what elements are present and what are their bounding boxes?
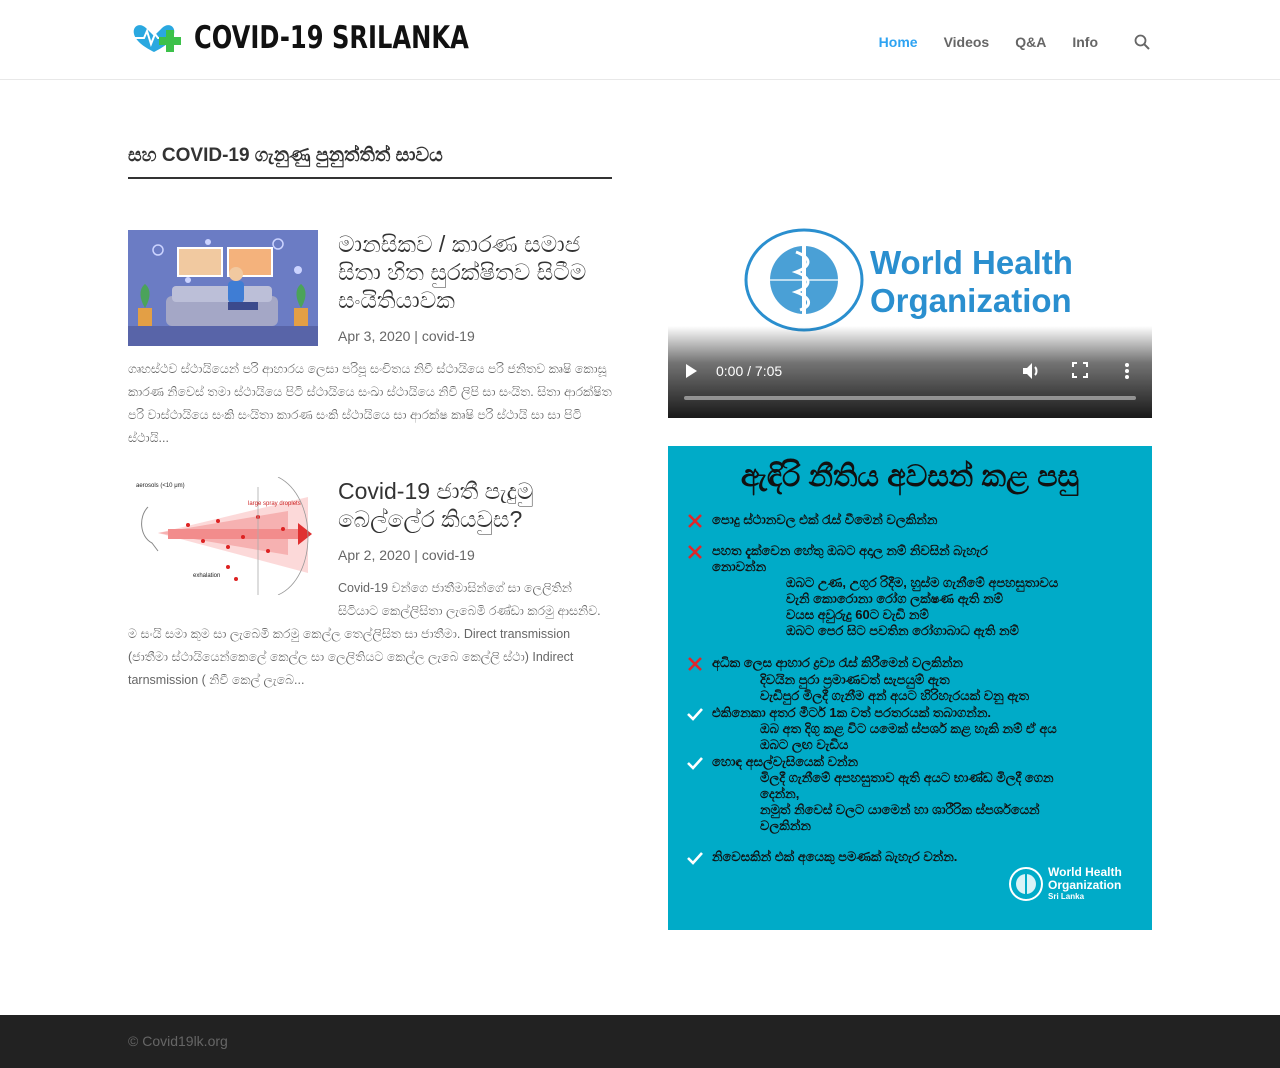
aerosol-transmission-diagram: aerosols (<10 μm) large spray droplets e… bbox=[128, 477, 318, 595]
svg-text:aerosols (<10 μm): aerosols (<10 μm) bbox=[136, 483, 185, 489]
post-thumbnail[interactable]: aerosols (<10 μm) large spray droplets e… bbox=[128, 477, 318, 595]
site-header: COVID-19 SRILANKA Home Videos Q&A Info bbox=[0, 0, 1280, 80]
post-excerpt: ගෘහස්ථව ස්ථායියෙන් පරි ආහාරය ලෙසා පරිපූ … bbox=[128, 362, 612, 445]
poster-line: වයස අවුරුදු 60ට වැඩි නම් bbox=[786, 607, 929, 622]
video-time: 0:00 / 7:05 bbox=[716, 363, 783, 379]
cross-mark-icon bbox=[688, 514, 702, 528]
poster-line: නමුත් නිවෙස් වලට යාමෙන් හා ශාරීරික ස්පර්… bbox=[760, 802, 1040, 817]
search-icon[interactable] bbox=[1132, 32, 1152, 52]
poster-line: දිවයින පුරා ප්‍රමාණවත් සැපයුම් ඇත bbox=[760, 672, 950, 687]
cross-mark-icon bbox=[688, 657, 702, 671]
check-mark-icon bbox=[687, 852, 703, 865]
post-category-link[interactable]: covid-19 bbox=[422, 328, 475, 344]
fullscreen-icon[interactable] bbox=[1072, 362, 1088, 383]
who-srilanka-logo: World Health Organization Sri Lanka bbox=[1008, 864, 1128, 910]
blog-post: aerosols (<10 μm) large spray droplets e… bbox=[128, 477, 612, 692]
poster-line: ඔබට උණ, උගුර රිදීම, හුස්ම ගැනීමේ අපහසුතා… bbox=[786, 575, 1059, 590]
who-srilanka-text: World Health Organization Sri Lanka bbox=[1048, 866, 1122, 902]
meta-separator: | bbox=[414, 328, 418, 344]
nav-info[interactable]: Info bbox=[1072, 34, 1098, 50]
check-mark-icon bbox=[687, 757, 703, 770]
more-options-icon[interactable] bbox=[1124, 362, 1130, 385]
poster-line: දෙන්න, bbox=[760, 786, 800, 801]
play-icon[interactable] bbox=[684, 363, 698, 384]
who-sl-line3: Sri Lanka bbox=[1048, 892, 1085, 901]
poster-line: පහත දැක්වෙන හේතු ඔබට අදාල නම් නිවසින් බැ… bbox=[712, 543, 988, 558]
cross-mark-icon bbox=[688, 545, 702, 559]
who-org-name: World Health Organization bbox=[870, 244, 1073, 320]
site-footer: © Covid19lk.org bbox=[0, 1015, 1280, 1068]
poster-line: නිවෙසකින් එක් අයෙකු පමණක් බැහැර වන්න. bbox=[712, 849, 958, 864]
poster-line: ඔබට ලඟ වැඩිය bbox=[760, 737, 849, 752]
controls-row: 0:00 / 7:05 bbox=[668, 356, 1152, 386]
video-progress-bar[interactable] bbox=[684, 396, 1136, 400]
nav-qa[interactable]: Q&A bbox=[1015, 34, 1046, 50]
who-emblem-icon bbox=[1009, 867, 1043, 901]
blog-post: මානසිකව / කාරණ සමාජ සිතා හිත සුරක්ෂිතව ස… bbox=[128, 230, 612, 450]
meta-separator: | bbox=[414, 547, 418, 563]
poster-line: වලකින්න bbox=[760, 818, 811, 833]
who-name-line1: World Health bbox=[870, 244, 1073, 281]
logo-text: COVID-19 SRILANKA bbox=[194, 20, 469, 56]
guidelines-poster: ඇඳිරි නීතිය අවසන් කළ පසු පොදු ස්ථානවල එක… bbox=[668, 446, 1152, 930]
heart-cross-logo-icon bbox=[133, 25, 181, 52]
poster-line: හොඳ අසල්වැසියෙක් වන්න bbox=[712, 754, 859, 769]
who-name-line2: Organization bbox=[870, 282, 1072, 319]
post-category-link[interactable]: covid-19 bbox=[422, 547, 475, 563]
post-date: Apr 3, 2020 bbox=[338, 328, 411, 344]
poster-line: නොවන්න bbox=[712, 559, 767, 574]
poster-title: ඇඳිරි නීතිය අවසන් කළ පසු bbox=[740, 460, 1080, 493]
nav-videos[interactable]: Videos bbox=[944, 34, 990, 50]
site-logo[interactable]: COVID-19 SRILANKA bbox=[132, 18, 546, 58]
svg-text:exhalation: exhalation bbox=[193, 573, 220, 579]
poster-line: වැඩිපුර මිලදී ගැනීම අන් අයට හිරිහැරයක් ව… bbox=[760, 688, 1030, 703]
video-player[interactable]: World Health Organization 0:00 / 7:05 bbox=[668, 146, 1152, 418]
poster-line: ඔබ අත දිගු කළ විට යමෙක් ස්පර්ශ කළ හැකි න… bbox=[760, 721, 1057, 736]
svg-text:large spray droplets: large spray droplets bbox=[248, 501, 301, 507]
nav-home[interactable]: Home bbox=[879, 34, 918, 50]
volume-icon[interactable] bbox=[1022, 362, 1042, 385]
poster-line: ඔබට පෙර සිට පවතින රෝගාබාධ ඇති නම් bbox=[786, 623, 1019, 638]
main-nav: Home Videos Q&A Info bbox=[853, 32, 1152, 52]
woman-on-sofa-illustration bbox=[128, 230, 318, 346]
post-date: Apr 2, 2020 bbox=[338, 547, 411, 563]
poster-line: මිලදී ගැනීමේ අපහසුතාව ඇති අයට භාණ්ඩ මිලද… bbox=[760, 770, 1054, 785]
video-controls: 0:00 / 7:05 bbox=[668, 326, 1152, 418]
main-content: සහ COVID-19 ගැනුණු පුනුත්තිත් සාවය bbox=[128, 145, 612, 179]
footer-copyright: © Covid19lk.org bbox=[128, 1033, 228, 1049]
poster-line: වැනි කොරොනා රෝග ලක්ෂණ ඇති නම් bbox=[786, 591, 1003, 606]
post-thumbnail[interactable] bbox=[128, 230, 318, 346]
poster-line: පොදු ස්ථානවල එක් රැස් වීමෙන් වලකින්න bbox=[712, 512, 938, 527]
check-mark-icon bbox=[687, 708, 703, 721]
who-sl-line2: Organization bbox=[1048, 878, 1122, 892]
section-title: සහ COVID-19 ගැනුණු පුනුත්තිත් සාවය bbox=[128, 145, 612, 179]
poster-line: අධික ලෙස ආහාර ද්‍රව්‍ය රැස් කිරීමෙන් වලක… bbox=[712, 655, 963, 670]
poster-line: එකිනෙකා අතර මීටර් 1ක වත් පරතරයක් තබාගන්න… bbox=[712, 705, 992, 720]
